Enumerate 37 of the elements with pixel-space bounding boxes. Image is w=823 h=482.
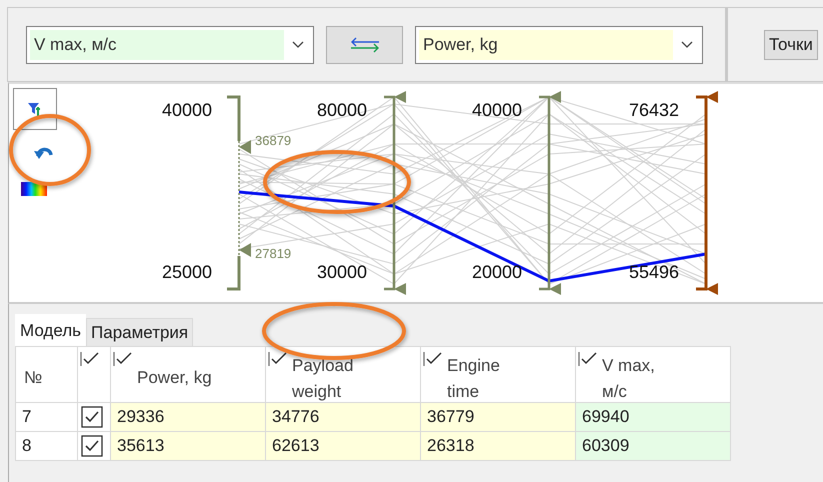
swap-arrows-icon [348,36,380,52]
tab[interactable]: Параметрия [86,318,194,346]
filter-value: 27819 [255,246,292,261]
axis-max-label: 40000 [472,100,522,120]
axis-min-label: 55496 [628,262,679,282]
combo-value: Power, kg [419,30,673,60]
chevron-icon [292,40,304,48]
combo-value: V max, м/с [30,30,284,60]
filter-value: 36879 [255,133,292,148]
x-axis-combo[interactable]: V max, м/с [26,26,314,64]
filter-button[interactable] [13,88,57,130]
axis-max-label: 40000 [162,100,212,120]
table-cell: 62613 [265,431,421,461]
column-header[interactable]: № [15,346,78,403]
table-cell: 69940 [575,402,731,432]
axis-max-label: 76432 [628,100,679,120]
table-cell: 29336 [110,402,266,432]
swap-button[interactable] [326,26,403,64]
row-checkbox[interactable] [81,435,103,457]
axis-min-label: 20000 [472,262,522,282]
table-cell: 8 [15,431,78,461]
points-button[interactable]: Точки [764,30,818,60]
tab[interactable]: Модель [15,314,86,346]
filter-icon [27,101,43,117]
table-cell: 36779 [420,402,576,432]
column-header[interactable]: V max, м/с [575,346,731,403]
chevron-icon [681,40,693,48]
table-cell: 60309 [575,431,731,461]
table-cell: 34776 [265,402,421,432]
axis-max-label: 80000 [316,100,367,120]
row-checkbox[interactable] [81,406,103,428]
y-axis-combo[interactable]: Power, kg [415,26,703,64]
table-cell: 26318 [420,431,576,461]
column-header[interactable]: Payload weight [265,346,421,403]
axis-min-label: 25000 [162,262,212,282]
table-cell: 35613 [110,431,266,461]
axis-min-label: 30000 [316,262,367,282]
